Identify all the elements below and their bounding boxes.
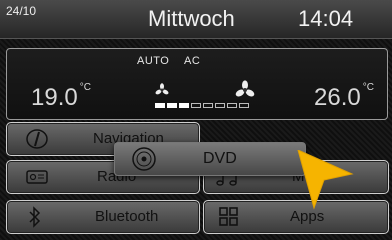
fan-small-icon [155,83,169,95]
fan-speed-segment[interactable] [215,103,225,108]
bluetooth-label: Bluetooth [95,208,159,225]
radio-icon [26,170,48,184]
fan-speed-bar[interactable] [155,103,249,108]
fan-speed-segment[interactable] [179,103,189,108]
left-temperature: 19.0 °C [31,82,91,112]
left-temp-unit: °C [79,82,91,93]
climate-panel[interactable]: AUTO AC 19.0 °C 26.0 °C [6,48,388,120]
clock-label: 14:04 [298,6,354,31]
fan-large-icon [235,80,255,97]
left-temp-value: 19.0 [31,84,78,111]
right-temperature: 26.0 °C [314,82,374,112]
fan-speed-segment[interactable] [227,103,237,108]
dvd-label: DVD [203,150,237,167]
fan-speed-segment[interactable] [203,103,213,108]
ac-mode-indicator: AC [184,55,201,67]
apps-label: Apps [290,208,325,225]
date-label: 24/10 [6,4,37,18]
top-bar: 24/10 Mittwoch 14:04 [0,0,392,39]
fan-speed-segment[interactable] [239,103,249,108]
bluetooth-icon [29,206,41,228]
fan-speed-segment[interactable] [155,103,165,108]
weekday-label: Mittwoch [148,6,235,31]
apps-grid-icon [219,207,238,226]
auto-mode-indicator: AUTO [137,55,170,67]
bluetooth-button[interactable]: Bluetooth [6,200,200,234]
pointer-cursor-icon [297,150,354,210]
fan-speed-segment[interactable] [167,103,177,108]
dvd-popup-button[interactable]: DVD [114,142,306,176]
right-temp-value: 26.0 [314,84,361,111]
right-temp-unit: °C [362,82,374,93]
fan-speed-segment[interactable] [191,103,201,108]
compass-icon [26,129,48,149]
disc-icon [132,147,156,171]
